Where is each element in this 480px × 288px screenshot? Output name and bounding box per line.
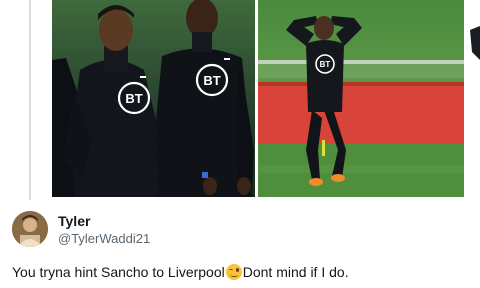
media-photo-edge (466, 0, 480, 197)
display-name[interactable]: Tyler (58, 213, 150, 229)
tweet-text-part-2: Dont mind if I do. (242, 264, 349, 280)
tweet-text: You tryna hint Sancho to Liverpool Dont m… (12, 263, 349, 281)
tweet-screenshot: BT BT BT Tyler @TylerWaddi21 You tryna h… (0, 0, 480, 288)
avatar[interactable] (12, 211, 48, 247)
bt-logo-stretching: BT (320, 60, 331, 69)
tweet-author: Tyler @TylerWaddi21 (58, 213, 150, 247)
players-training-image: BT BT (52, 0, 255, 197)
bt-logo-left: BT (125, 91, 142, 106)
tweet-text-part-1: You tryna hint Sancho to Liverpool (12, 264, 225, 280)
winking-face-icon (225, 264, 242, 280)
media-photo-right[interactable]: BT (258, 0, 464, 197)
player-stretching-image: BT (258, 0, 464, 197)
thread-line (29, 0, 31, 200)
bt-logo-right-player: BT (203, 73, 220, 88)
avatar-image (12, 211, 48, 247)
user-handle[interactable]: @TylerWaddi21 (58, 231, 150, 247)
media-photo-left[interactable]: BT BT (52, 0, 255, 197)
